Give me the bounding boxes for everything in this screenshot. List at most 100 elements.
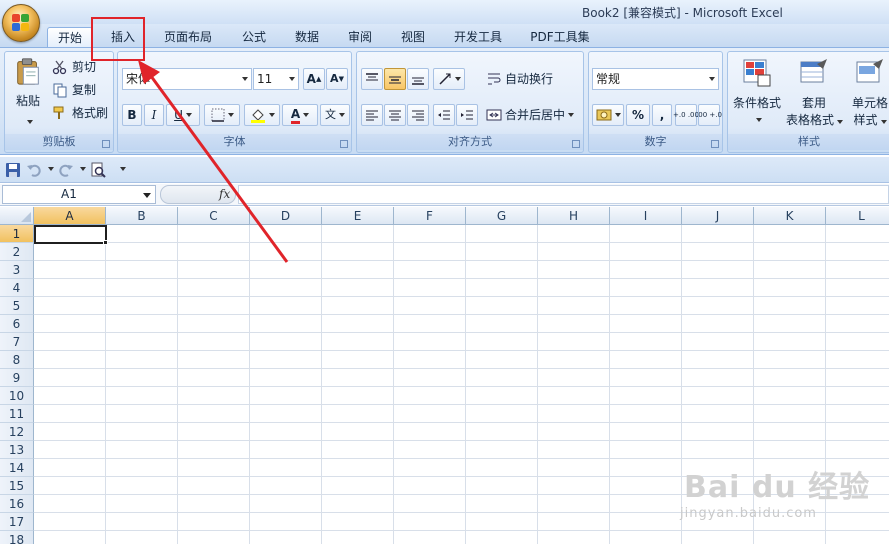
column-header-j[interactable]: J	[682, 207, 754, 225]
row-header-3[interactable]: 3	[0, 261, 34, 279]
number-format-select[interactable]: 常规	[592, 68, 719, 90]
phonetic-button[interactable]: 文	[320, 104, 350, 126]
print-preview-icon[interactable]	[90, 162, 106, 178]
row-header-16[interactable]: 16	[0, 495, 34, 513]
row-header-10[interactable]: 10	[0, 387, 34, 405]
tab-home[interactable]: 开始	[47, 27, 93, 48]
row-header-1[interactable]: 1	[0, 225, 34, 243]
clipboard-launcher-icon[interactable]	[102, 140, 110, 148]
redo-dropdown-icon[interactable]	[80, 167, 86, 171]
format-painter-button[interactable]: 格式刷	[51, 102, 109, 124]
bold-button[interactable]: B	[122, 104, 142, 126]
column-header-e[interactable]: E	[322, 207, 394, 225]
cell-styles-button[interactable]: 单元格 样式	[842, 58, 889, 128]
fill-handle[interactable]	[103, 240, 108, 245]
row-header-6[interactable]: 6	[0, 315, 34, 333]
watermark-sub: jingyan.baidu.com	[680, 506, 817, 521]
border-button[interactable]	[204, 104, 240, 126]
column-header-c[interactable]: C	[178, 207, 250, 225]
align-center-icon	[389, 110, 401, 121]
row-header-8[interactable]: 8	[0, 351, 34, 369]
tab-review[interactable]: 审阅	[338, 27, 382, 48]
column-header-d[interactable]: D	[250, 207, 322, 225]
grow-font-button[interactable]: A ▲	[303, 68, 325, 90]
align-bottom-button[interactable]	[407, 68, 429, 90]
font-launcher-icon[interactable]	[340, 140, 348, 148]
active-cell-a1[interactable]	[34, 225, 107, 244]
column-header-l[interactable]: L	[826, 207, 889, 225]
customize-toolbar-icon[interactable]	[120, 167, 126, 171]
undo-dropdown-icon[interactable]	[48, 167, 54, 171]
increase-indent-button[interactable]	[456, 104, 478, 126]
copy-button[interactable]: 复制	[51, 79, 97, 101]
percent-button[interactable]: %	[626, 104, 650, 126]
shrink-font-button[interactable]: A ▼	[326, 68, 348, 90]
window-title: Book2 [兼容模式] - Microsoft Excel	[582, 6, 783, 20]
column-header-i[interactable]: I	[610, 207, 682, 225]
column-header-f[interactable]: F	[394, 207, 466, 225]
conditional-format-button[interactable]: 条件格式	[730, 58, 784, 125]
font-size-select[interactable]: 11	[253, 68, 299, 90]
row-header-18[interactable]: 18	[0, 531, 34, 544]
tab-data[interactable]: 数据	[285, 27, 329, 48]
name-box[interactable]: A1	[2, 185, 156, 204]
formula-input[interactable]	[238, 185, 889, 204]
office-button[interactable]	[2, 4, 40, 42]
tab-page-layout[interactable]: 页面布局	[155, 27, 221, 48]
tab-pdf-tools[interactable]: PDF工具集	[524, 27, 596, 48]
accounting-format-button[interactable]	[592, 104, 624, 126]
font-name-select[interactable]: 宋体	[122, 68, 252, 90]
row-header-4[interactable]: 4	[0, 279, 34, 297]
row-header-12[interactable]: 12	[0, 423, 34, 441]
select-all-button[interactable]	[0, 207, 34, 225]
italic-button[interactable]: I	[144, 104, 164, 126]
row-header-5[interactable]: 5	[0, 297, 34, 315]
wrap-text-button[interactable]: 自动换行	[485, 68, 554, 90]
row-header-13[interactable]: 13	[0, 441, 34, 459]
row-header-2[interactable]: 2	[0, 243, 34, 261]
redo-icon[interactable]	[58, 162, 74, 178]
paste-button[interactable]: 粘贴	[9, 56, 47, 127]
tab-formulas[interactable]: 公式	[232, 27, 276, 48]
tab-developer[interactable]: 开发工具	[444, 27, 512, 48]
column-header-k[interactable]: K	[754, 207, 826, 225]
decrease-decimal-button[interactable]: .00 +.0	[696, 104, 722, 126]
fill-color-button[interactable]	[244, 104, 280, 126]
number-launcher-icon[interactable]	[711, 140, 719, 148]
tab-view[interactable]: 视图	[391, 27, 435, 48]
undo-icon[interactable]	[26, 162, 42, 178]
row-header-15[interactable]: 15	[0, 477, 34, 495]
column-header-h[interactable]: H	[538, 207, 610, 225]
row-header-9[interactable]: 9	[0, 369, 34, 387]
column-header-b[interactable]: B	[106, 207, 178, 225]
alignment-launcher-icon[interactable]	[572, 140, 580, 148]
align-right-button[interactable]	[407, 104, 429, 126]
orientation-button[interactable]	[433, 68, 465, 90]
row-header-7[interactable]: 7	[0, 333, 34, 351]
save-icon[interactable]	[5, 162, 21, 178]
insert-function-button[interactable]: fx	[219, 187, 230, 201]
merge-cells-icon	[486, 109, 502, 121]
chevron-down-icon	[730, 111, 784, 125]
column-header-a[interactable]: A	[34, 207, 106, 225]
font-color-button[interactable]: A	[282, 104, 318, 126]
row-header-17[interactable]: 17	[0, 513, 34, 531]
underline-button[interactable]: U	[166, 104, 200, 126]
format-as-table-button[interactable]: 套用 表格格式	[786, 58, 844, 128]
decrease-indent-button[interactable]	[433, 104, 455, 126]
increase-decimal-button[interactable]: +.0 .00	[673, 104, 699, 126]
paste-icon	[17, 58, 39, 85]
decrease-indent-icon	[438, 110, 450, 120]
comma-style-button[interactable]: ,	[652, 104, 672, 126]
column-header-g[interactable]: G	[466, 207, 538, 225]
styles-group: 条件格式 套用 表格格式 单元格 样式 样式	[727, 51, 889, 153]
row-header-14[interactable]: 14	[0, 459, 34, 477]
copy-icon	[53, 83, 67, 98]
merge-center-button[interactable]: 合并后居中	[485, 104, 575, 126]
name-box-dropdown-icon[interactable]	[143, 193, 151, 198]
row-header-11[interactable]: 11	[0, 405, 34, 423]
align-middle-button[interactable]	[384, 68, 406, 90]
align-center-button[interactable]	[384, 104, 406, 126]
align-top-button[interactable]	[361, 68, 383, 90]
align-left-button[interactable]	[361, 104, 383, 126]
